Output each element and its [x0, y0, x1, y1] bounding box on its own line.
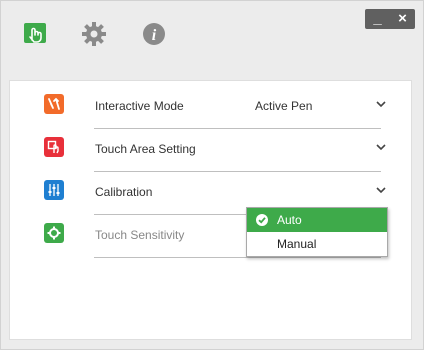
- chevron-down-icon[interactable]: [376, 100, 386, 108]
- window-controls: _ ×: [365, 9, 415, 29]
- close-button[interactable]: ×: [390, 9, 415, 29]
- interactive-mode-icon: [44, 94, 64, 114]
- divider: [94, 257, 381, 258]
- touch-icon[interactable]: [23, 21, 49, 47]
- minimize-button[interactable]: _: [365, 9, 390, 29]
- dropdown-option-label: Manual: [277, 237, 317, 251]
- divider: [94, 128, 381, 129]
- checkmark-icon: [256, 214, 268, 226]
- setting-label: Touch Area Setting: [95, 142, 196, 156]
- chevron-down-icon[interactable]: [376, 186, 386, 194]
- divider: [94, 171, 381, 172]
- setting-label: Calibration: [95, 185, 153, 199]
- chevron-down-icon[interactable]: [376, 143, 386, 151]
- svg-text:i: i: [152, 27, 157, 44]
- gear-icon[interactable]: [81, 21, 107, 47]
- setting-label: Interactive Mode: [95, 99, 184, 113]
- calibration-dropdown-menu: Auto Manual: [246, 207, 388, 257]
- setting-label: Touch Sensitivity: [95, 228, 185, 242]
- touch-sensitivity-icon: [44, 223, 64, 243]
- dropdown-option-label: Auto: [277, 213, 302, 227]
- setting-row-interactive-mode[interactable]: Interactive Mode Active Pen: [10, 87, 411, 129]
- setting-value: Active Pen: [255, 99, 313, 113]
- info-icon[interactable]: i: [141, 21, 167, 47]
- app-window: i _ × Interactive Mode Active Pen Touch …: [0, 0, 424, 350]
- dropdown-option-manual[interactable]: Manual: [247, 232, 387, 256]
- touch-area-icon: [44, 137, 64, 157]
- setting-row-touch-area[interactable]: Touch Area Setting: [10, 130, 411, 172]
- dropdown-option-auto[interactable]: Auto: [247, 208, 387, 232]
- calibration-icon: [44, 180, 64, 200]
